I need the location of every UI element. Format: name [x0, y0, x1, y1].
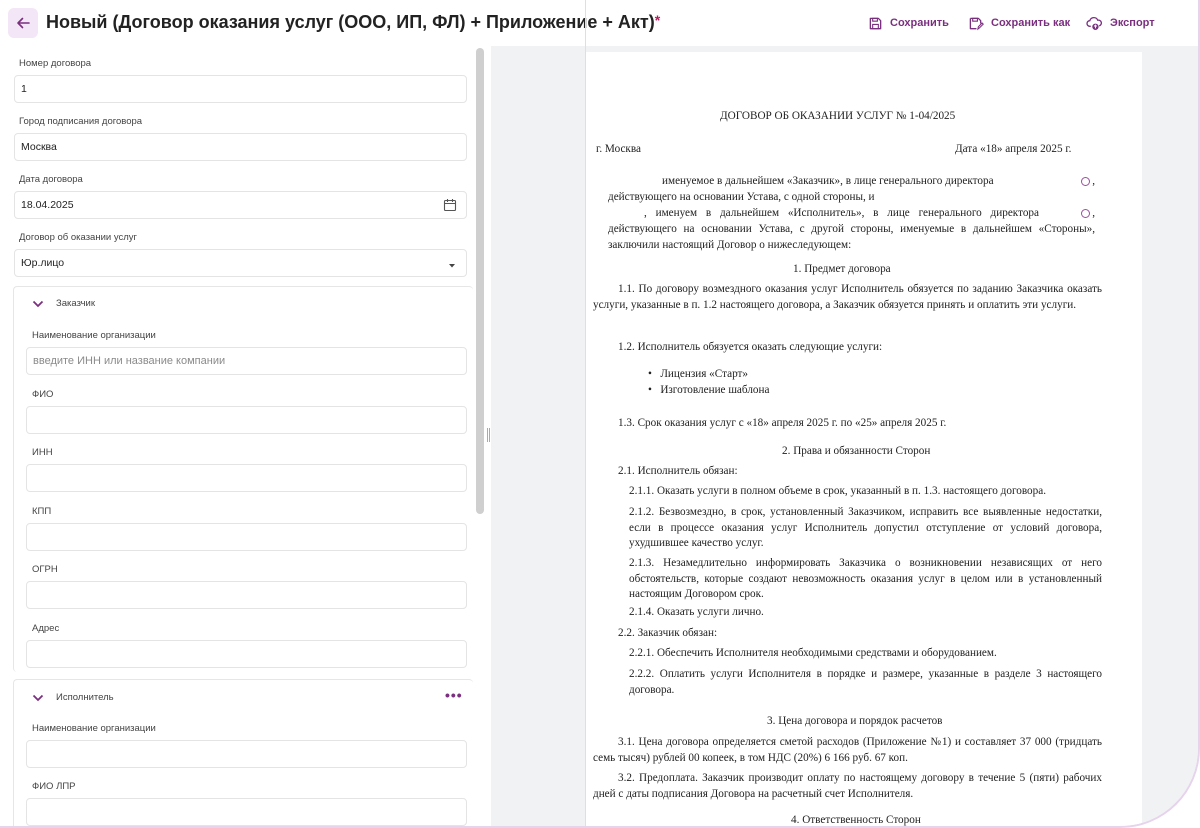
doc-intro1-text: именуемое в дальнейшем «Заказчик», в лиц…	[662, 175, 994, 187]
date-value: 18.04.2025	[21, 199, 74, 211]
caret-down-icon	[447, 260, 457, 272]
customer-address-label: Адрес	[32, 623, 60, 634]
customer-kpp-input[interactable]	[26, 523, 467, 551]
contract-number-label: Номер договора	[19, 58, 92, 69]
customer-fio-input[interactable]	[26, 406, 467, 434]
doc-intro3-text: , именуем в дальнейшем «Исполнитель», в …	[644, 207, 1039, 219]
contract-type-select[interactable]: Юр.лицо	[14, 249, 467, 277]
document-page: ДОГОВОР ОБ ОКАЗАНИИ УСЛУГ № 1-04/2025 г.…	[586, 52, 1142, 826]
customer-group-header[interactable]: Заказчик	[32, 298, 95, 309]
doc-date: Дата «18» апреля 2025 г.	[955, 143, 1072, 155]
doc-section3-title: 3. Цена договора и порядок расчетов	[767, 715, 943, 727]
save-button[interactable]: Сохранить	[868, 14, 949, 32]
customer-kpp-label: КПП	[32, 506, 52, 517]
doc-p1-1: 1.1. По договору возмездного оказания ус…	[593, 283, 1102, 311]
date-input[interactable]: 18.04.2025	[14, 191, 467, 219]
back-button[interactable]	[8, 8, 38, 38]
doc-p2-1-1: 2.1.1. Оказать услуги в полном объеме в …	[629, 485, 1047, 497]
customer-org-input[interactable]: введите ИНН или название компании	[26, 347, 467, 375]
doc-intro-line3: , именуем в дальнейшем «Исполнитель», в …	[644, 207, 1095, 219]
executor-org-label: Наименование организации	[32, 723, 156, 734]
city-input[interactable]: Москва	[14, 133, 467, 161]
chevron-down-icon	[32, 300, 44, 307]
doc-heading: ДОГОВОР ОБ ОКАЗАНИИ УСЛУГ № 1-04/2025	[720, 110, 956, 122]
settings-gear-icon[interactable]	[1081, 208, 1091, 218]
doc-p2-2-2: 2.2.2. Оплатить услуги Исполнителя в пор…	[629, 668, 1102, 696]
doc-p2-1-4: 2.1.4. Оказать услуги лично.	[629, 606, 764, 618]
customer-fio-label: ФИО	[32, 389, 54, 400]
doc-section4-title: 4. Ответственность Сторон	[791, 814, 921, 826]
chevron-down-icon	[32, 694, 44, 701]
export-label: Экспорт	[1110, 17, 1155, 29]
doc-p2-2-1: 2.2.1. Обеспечить Исполнителя необходимы…	[629, 647, 997, 659]
customer-group-title: Заказчик	[56, 298, 96, 309]
panel-gutter	[491, 46, 586, 826]
doc-service-1: • Лицензия «Старт»	[648, 368, 749, 380]
header: Новый (Договор оказания услуг (ООО, ИП, …	[0, 0, 1198, 46]
doc-section2-title: 2. Права и обязанности Сторон	[782, 445, 931, 457]
customer-ogrn-label: ОГРН	[32, 564, 58, 575]
save-label: Сохранить	[890, 17, 949, 29]
page-title-text: Новый (Договор оказания услуг (ООО, ИП, …	[46, 12, 655, 32]
city-value: Москва	[21, 141, 57, 153]
save-as-label: Сохранить как	[991, 17, 1071, 29]
doc-p3-2: 3.2. Предоплата. Заказчик производит опл…	[593, 772, 1102, 800]
doc-service-2-text: Изготовление шаблона	[660, 384, 770, 396]
contract-number-value: 1	[21, 83, 27, 95]
more-options-icon[interactable]: •••	[445, 687, 463, 703]
doc-intro3-comma: ,	[1092, 207, 1095, 219]
contract-type-label: Договор об оказании услуг	[19, 232, 137, 243]
executor-group-header[interactable]: Исполнитель	[32, 692, 114, 703]
save-as-button[interactable]: Сохранить как	[968, 14, 1070, 32]
form-scrollbar[interactable]	[476, 48, 484, 514]
form-panel: Номер договора 1 Город подписания догово…	[0, 46, 488, 826]
customer-address-input[interactable]	[26, 640, 467, 668]
doc-p3-1: 3.1. Цена договора определяется сметой р…	[593, 736, 1102, 764]
doc-p2-1: 2.1. Исполнитель обязан:	[618, 465, 738, 477]
customer-inn-label: ИНН	[32, 447, 53, 458]
page-title: Новый (Договор оказания услуг (ООО, ИП, …	[46, 12, 660, 33]
doc-p1-2: 1.2. Исполнитель обязуется оказать следу…	[618, 341, 883, 353]
executor-fio-lpr-input[interactable]	[26, 798, 467, 826]
doc-p2-1-3: 2.1.3. Незамедлительно информировать Зак…	[629, 557, 1102, 600]
app-window: Новый (Договор оказания услуг (ООО, ИП, …	[0, 0, 1200, 828]
unsaved-marker: *	[654, 12, 661, 28]
doc-intro-line4: действующего на основании Устава, с друг…	[608, 223, 1095, 251]
doc-intro-line1: именуемое в дальнейшем «Заказчик», в лиц…	[662, 175, 1095, 187]
doc-p2-2: 2.2. Заказчик обязан:	[618, 627, 718, 639]
doc-intro1-comma: ,	[1092, 175, 1095, 187]
floppy-disk-icon	[869, 17, 882, 29]
doc-p2-1-2: 2.1.2. Безвозмездно, в срок, установленн…	[629, 506, 1102, 549]
calendar-icon[interactable]	[443, 198, 457, 215]
customer-org-label: Наименование организации	[32, 330, 156, 341]
executor-group-title: Исполнитель	[56, 692, 114, 703]
resize-handle[interactable]	[487, 428, 491, 444]
doc-p1-3: 1.3. Срок оказания услуг с «18» апреля 2…	[618, 417, 947, 429]
settings-gear-icon[interactable]	[1081, 176, 1091, 186]
executor-fio-lpr-label: ФИО ЛПР	[32, 781, 76, 792]
date-label: Дата договора	[19, 174, 83, 185]
city-label: Город подписания договора	[19, 116, 143, 127]
executor-org-input[interactable]	[26, 740, 467, 768]
cloud-upload-icon	[1086, 16, 1103, 30]
contract-number-input[interactable]: 1	[14, 75, 467, 103]
customer-ogrn-input[interactable]	[26, 581, 467, 609]
floppy-disk-edit-icon	[969, 17, 984, 30]
arrow-left-icon	[17, 17, 30, 29]
doc-intro-line2: действующего на основании Устава, с одно…	[608, 191, 875, 203]
document-preview: ДОГОВОР ОБ ОКАЗАНИИ УСЛУГ № 1-04/2025 г.…	[586, 46, 1198, 826]
customer-inn-input[interactable]	[26, 464, 467, 492]
doc-city: г. Москва	[596, 143, 641, 155]
doc-section1-title: 1. Предмет договора	[793, 263, 891, 275]
customer-org-placeholder: введите ИНН или название компании	[33, 355, 226, 367]
doc-service-1-text: Лицензия «Старт»	[660, 368, 749, 380]
contract-type-value: Юр.лицо	[21, 257, 65, 269]
doc-service-2: • Изготовление шаблона	[648, 384, 770, 396]
export-button[interactable]: Экспорт	[1086, 14, 1155, 32]
